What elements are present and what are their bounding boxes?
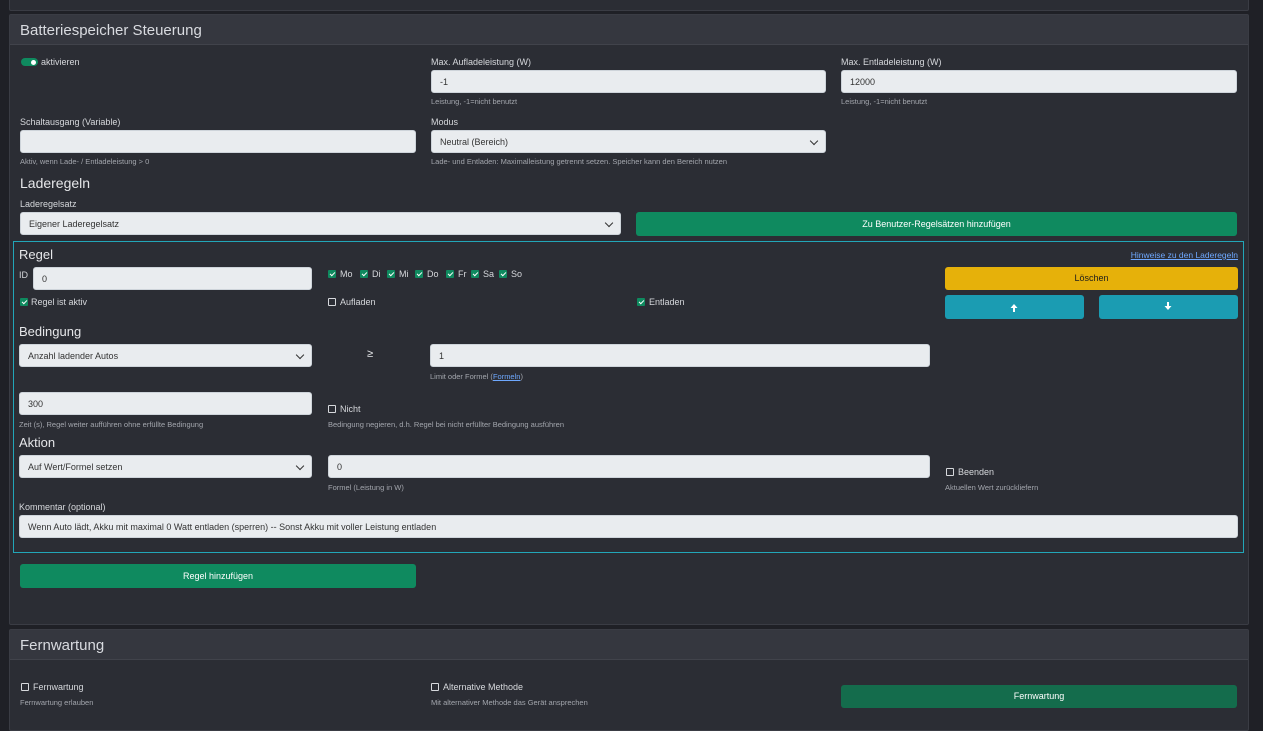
not-label: Nicht (340, 404, 361, 414)
formulas-link[interactable]: Formeln (493, 372, 521, 381)
rule-active-checkbox[interactable] (20, 298, 28, 306)
switch-output-input[interactable] (20, 130, 416, 153)
charge-checkbox[interactable] (328, 298, 336, 306)
max-discharge-help: Leistung, -1=nicht benutzt (841, 97, 928, 106)
weekday-checkbox-do[interactable] (415, 270, 423, 278)
add-rule-button[interactable]: Regel hinzufügen (20, 564, 416, 588)
max-charge-help: Leistung, -1=nicht benutzt (431, 97, 518, 106)
move-up-button[interactable] (945, 295, 1084, 319)
formula-help: Formel (Leistung in W) (328, 483, 404, 492)
mode-label: Modus (431, 117, 459, 127)
time-input[interactable]: 300 (19, 392, 312, 415)
weekday-label-mi: Mi (399, 269, 409, 279)
end-help: Aktuellen Wert zurückliefern (945, 483, 1039, 492)
not-help: Bedingung negieren, d.h. Regel bei nicht… (328, 420, 565, 429)
weekday-label-do: Do (427, 269, 439, 279)
toggle-knob (31, 59, 36, 65)
condition-heading: Bedingung (19, 324, 82, 339)
limit-input[interactable]: 1 (430, 344, 930, 367)
arrow-down-icon (1164, 302, 1172, 310)
ruleset-label: Laderegelsatz (20, 199, 77, 209)
limit-help: Limit oder Formel (Formeln) (430, 372, 523, 381)
activate-toggle[interactable] (21, 58, 38, 66)
weekday-checkbox-sa[interactable] (471, 270, 479, 278)
limit-help-suffix: ) (520, 372, 523, 381)
rules-heading: Laderegeln (20, 175, 91, 191)
condition-select-value: Anzahl ladender Autos (28, 351, 119, 361)
mode-select-value: Neutral (Bereich) (440, 137, 509, 147)
not-checkbox[interactable] (328, 405, 336, 413)
arrow-up-icon (1010, 304, 1018, 312)
alternative-method-help: Mit alternativer Methode das Gerät anspr… (431, 698, 588, 707)
max-discharge-label: Max. Entladeleistung (W) (841, 57, 942, 67)
weekday-label-di: Di (372, 269, 381, 279)
rule-heading: Regel (19, 247, 53, 262)
move-down-button[interactable] (1099, 295, 1238, 319)
switch-output-label: Schaltausgang (Variable) (20, 117, 121, 127)
end-label: Beenden (958, 467, 995, 477)
weekday-label-so: So (511, 269, 523, 279)
weekday-checkbox-mi[interactable] (387, 270, 395, 278)
ruleset-select[interactable]: Eigener Laderegelsatz (20, 212, 621, 235)
weekday-label-sa: Sa (483, 269, 495, 279)
remote-help: Fernwartung erlauben (20, 698, 94, 707)
max-charge-input[interactable]: -1 (431, 70, 826, 93)
alternative-method-label: Alternative Methode (443, 682, 524, 692)
discharge-checkbox[interactable] (637, 298, 645, 306)
remote-card-title: Fernwartung (20, 637, 105, 654)
comment-input[interactable]: Wenn Auto lädt, Akku mit maximal 0 Watt … (19, 515, 1238, 538)
card-header (10, 630, 1248, 660)
action-select-value: Auf Wert/Formel setzen (28, 462, 123, 472)
rule-active-label: Regel ist aktiv (31, 297, 88, 307)
weekday-checkbox-so[interactable] (499, 270, 507, 278)
rules-hints-link[interactable]: Hinweise zu den Laderegeln (1131, 250, 1238, 260)
id-label: ID (19, 270, 28, 280)
weekday-checkbox-di[interactable] (360, 270, 368, 278)
id-input[interactable]: 0 (33, 267, 312, 290)
max-discharge-input[interactable]: 12000 (841, 70, 1237, 93)
end-checkbox[interactable] (946, 468, 954, 476)
alternative-method-checkbox[interactable] (431, 683, 439, 691)
remote-checkbox[interactable] (21, 683, 29, 691)
battery-card-title: Batteriespeicher Steuerung (20, 22, 202, 39)
discharge-label: Entladen (649, 297, 685, 307)
previous-card-bottom (9, 0, 1249, 11)
weekday-label-mo: Mo (340, 269, 353, 279)
add-to-user-rulesets-button[interactable]: Zu Benutzer-Regelsätzen hinzufügen (636, 212, 1237, 236)
ruleset-select-value: Eigener Laderegelsatz (29, 219, 120, 229)
switch-output-help: Aktiv, wenn Lade- / Entladeleistung > 0 (20, 157, 150, 166)
operator-symbol: ≥ (367, 348, 374, 360)
charge-label: Aufladen (340, 297, 376, 307)
remote-label: Fernwartung (33, 682, 84, 692)
weekday-checkbox-fr[interactable] (446, 270, 454, 278)
activate-label: aktivieren (41, 57, 80, 67)
action-heading: Aktion (19, 435, 56, 450)
remote-maintenance-button[interactable]: Fernwartung (841, 685, 1237, 708)
weekday-checkbox-mo[interactable] (328, 270, 336, 278)
mode-help: Lade- und Entladen: Maximalleistung getr… (431, 157, 728, 166)
formula-input[interactable]: 0 (328, 455, 930, 478)
delete-rule-button[interactable]: Löschen (945, 267, 1238, 290)
max-charge-label: Max. Aufladeleistung (W) (431, 57, 532, 67)
comment-label: Kommentar (optional) (19, 502, 106, 512)
action-select[interactable]: Auf Wert/Formel setzen (19, 455, 312, 478)
weekday-label-fr: Fr (458, 269, 467, 279)
remote-maintenance-card (9, 629, 1249, 731)
condition-select[interactable]: Anzahl ladender Autos (19, 344, 312, 367)
time-help: Zeit (s), Regel weiter aufführen ohne er… (19, 420, 204, 429)
mode-select[interactable]: Neutral (Bereich) (431, 130, 826, 153)
limit-help-prefix: Limit oder Formel ( (430, 372, 493, 381)
